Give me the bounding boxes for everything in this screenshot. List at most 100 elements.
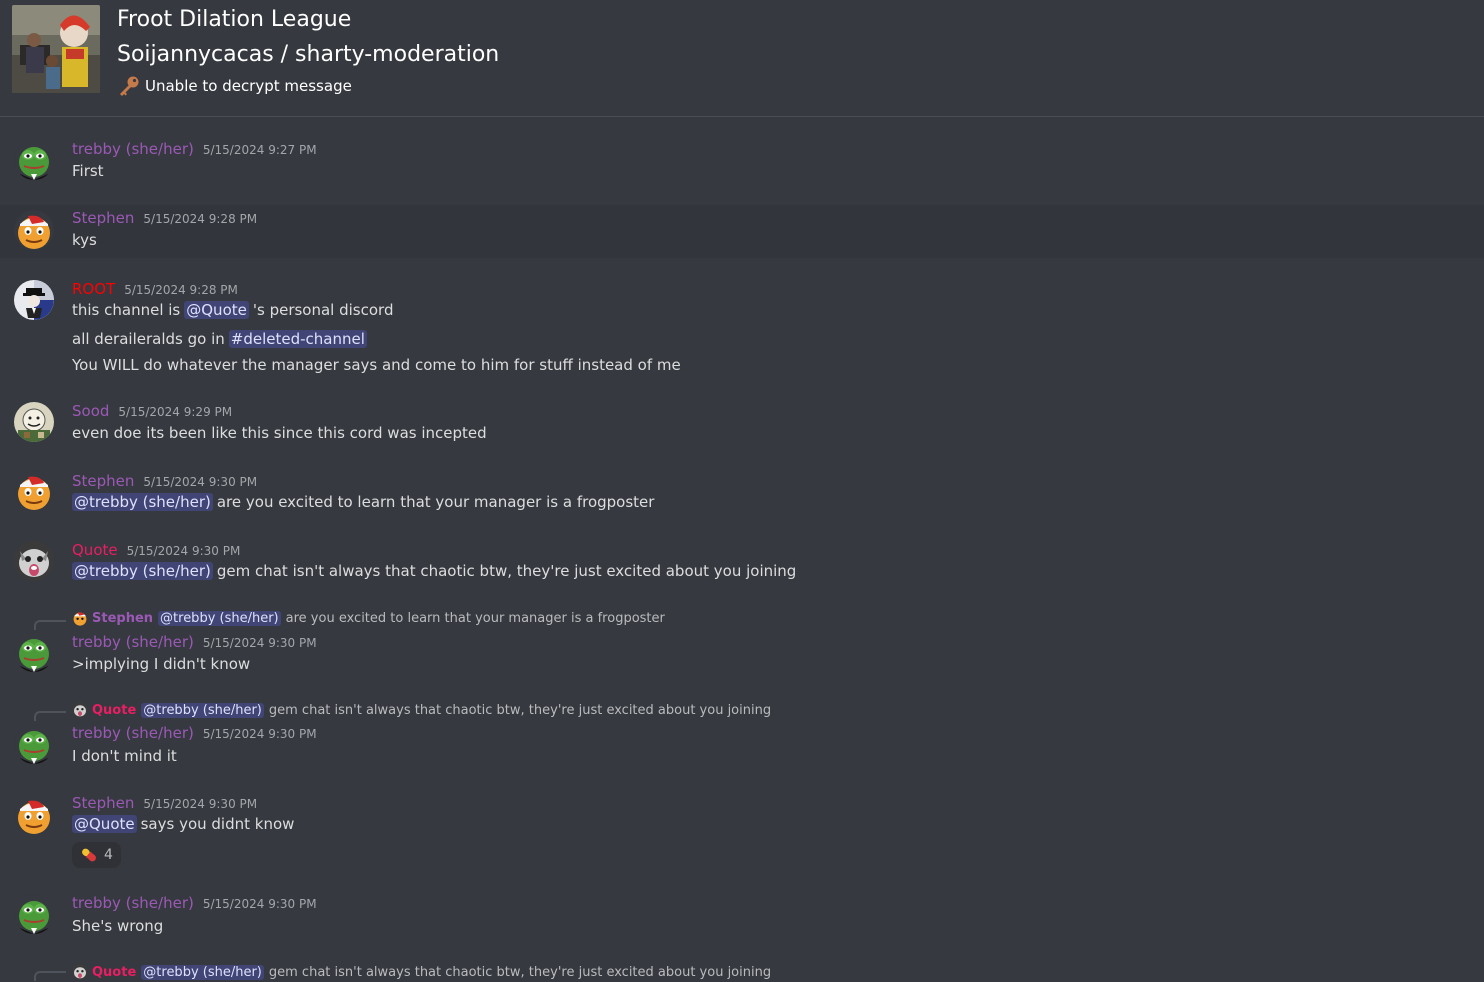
reply-preview[interactable]: Quote @trebby (she/her) gem chat isn't a…	[72, 701, 771, 719]
guild-name: Froot Dilation League	[117, 7, 352, 32]
guild-icon[interactable]	[12, 5, 100, 93]
timestamp: 5/15/2024 9:30 PM	[202, 727, 317, 741]
reply-username[interactable]: Quote	[92, 703, 136, 718]
message[interactable]: Stephen @trebby (she/her) are you excite…	[0, 598, 1484, 690]
message-text: @trebby (she/her) are you excited to lea…	[72, 493, 654, 511]
message[interactable]: Quote @trebby (she/her) gem chat isn't a…	[0, 690, 1484, 780]
message[interactable]: Stephen 5/15/2024 9:30 PM @trebby (she/h…	[0, 458, 1484, 528]
avatar[interactable]	[14, 471, 54, 511]
message-text: She's wrong	[72, 917, 164, 935]
reply-text: are you excited to learn that your manag…	[285, 610, 665, 626]
reply-preview[interactable]: Stephen @trebby (she/her) are you excite…	[72, 609, 665, 627]
timestamp: 5/15/2024 9:29 PM	[118, 405, 233, 419]
avatar[interactable]	[14, 541, 54, 581]
reply-spine	[34, 620, 66, 630]
reply-username[interactable]: Stephen	[92, 611, 153, 626]
message-header: trebby (she/her) 5/15/2024 9:30 PM	[72, 894, 317, 912]
timestamp: 5/15/2024 9:30 PM	[202, 897, 317, 911]
message[interactable]: Quote @trebby (she/her) gem chat isn't a…	[0, 950, 1484, 982]
avatar[interactable]	[14, 724, 54, 764]
username[interactable]: Sood	[72, 402, 109, 420]
timestamp: 5/15/2024 9:30 PM	[202, 636, 317, 650]
message-header: Quote 5/15/2024 9:30 PM	[72, 541, 240, 559]
text-segment: says you didnt know	[140, 815, 295, 833]
avatar[interactable]	[14, 795, 54, 835]
message[interactable]: Stephen 5/15/2024 9:28 PM kys	[0, 205, 1484, 258]
message-text: First	[72, 162, 104, 180]
pill-icon	[82, 848, 96, 862]
reply-text: gem chat isn't always that chaotic btw, …	[268, 964, 772, 980]
reply-preview[interactable]: Quote @trebby (she/her) gem chat isn't a…	[72, 963, 771, 981]
reply-avatar	[72, 610, 88, 626]
username[interactable]: trebby (she/her)	[72, 724, 194, 742]
message-text: You WILL do whatever the manager says an…	[72, 356, 681, 374]
timestamp: 5/15/2024 9:28 PM	[143, 212, 258, 226]
text-segment: this channel is	[72, 301, 181, 319]
topic-text: Unable to decrypt message	[145, 77, 352, 95]
avatar[interactable]	[14, 632, 54, 672]
text-segment: all deraileralds go in	[72, 330, 225, 348]
reply-text: gem chat isn't always that chaotic btw, …	[268, 702, 772, 718]
channel-topic: Unable to decrypt message	[117, 74, 352, 98]
user-mention[interactable]: @Quote	[72, 815, 137, 833]
timestamp: 5/15/2024 9:30 PM	[143, 797, 258, 811]
user-mention[interactable]: @Quote	[184, 301, 249, 319]
user-mention[interactable]: @trebby (she/her)	[141, 702, 264, 718]
user-mention[interactable]: @trebby (she/her)	[158, 610, 281, 626]
avatar[interactable]	[14, 402, 54, 442]
message-text: @Quote says you didnt know	[72, 815, 294, 833]
channel-path: Soijannycacas / sharty-moderation	[117, 42, 500, 67]
avatar[interactable]	[14, 894, 54, 934]
message-header: trebby (she/her) 5/15/2024 9:30 PM	[72, 724, 317, 742]
reply-spine	[34, 711, 66, 721]
user-mention[interactable]: @trebby (she/her)	[72, 493, 213, 511]
message[interactable]: Quote 5/15/2024 9:30 PM @trebby (she/her…	[0, 528, 1484, 598]
username[interactable]: trebby (she/her)	[72, 633, 194, 651]
text-segment: 's personal discord	[252, 301, 394, 319]
message[interactable]: Stephen 5/15/2024 9:30 PM @Quote says yo…	[0, 780, 1484, 880]
avatar[interactable]	[14, 210, 54, 250]
username[interactable]: ROOT	[72, 280, 115, 298]
message-text: all deraileralds go in #deleted-channel	[72, 330, 371, 348]
reply-avatar	[72, 964, 88, 980]
username[interactable]: trebby (she/her)	[72, 140, 194, 158]
text-segment: gem chat isn't always that chaotic btw, …	[216, 562, 797, 580]
user-mention[interactable]: @trebby (she/her)	[141, 964, 264, 980]
username[interactable]: Stephen	[72, 794, 134, 812]
timestamp: 5/15/2024 9:28 PM	[124, 283, 238, 297]
reaction-pill[interactable]: 4	[72, 842, 121, 868]
message[interactable]: ROOT 5/15/2024 9:28 PM this channel is @…	[0, 258, 1484, 388]
message-header: ROOT 5/15/2024 9:28 PM	[72, 280, 238, 298]
message-text: this channel is @Quote 's personal disco…	[72, 301, 393, 319]
message-header: trebby (she/her) 5/15/2024 9:30 PM	[72, 633, 317, 651]
message-text: kys	[72, 231, 97, 249]
timestamp: 5/15/2024 9:30 PM	[143, 475, 258, 489]
message-header: Stephen 5/15/2024 9:30 PM	[72, 472, 257, 490]
message-text: @trebby (she/her) gem chat isn't always …	[72, 562, 796, 580]
message-text: >implying I didn't know	[72, 655, 251, 673]
avatar[interactable]	[14, 280, 54, 320]
user-mention[interactable]: @trebby (she/her)	[72, 562, 213, 580]
reaction-count: 4	[104, 847, 113, 863]
text-segment: are you excited to learn that your manag…	[216, 493, 655, 511]
message-header: Sood 5/15/2024 9:29 PM	[72, 402, 232, 420]
message-header: Stephen 5/15/2024 9:30 PM	[72, 794, 257, 812]
username[interactable]: Stephen	[72, 472, 134, 490]
avatar[interactable]	[14, 140, 54, 180]
message-text: I don't mind it	[72, 747, 177, 765]
reply-username[interactable]: Quote	[92, 965, 136, 980]
message-text: even doe its been like this since this c…	[72, 424, 487, 442]
message-header: trebby (she/her) 5/15/2024 9:27 PM	[72, 140, 317, 158]
username[interactable]: trebby (she/her)	[72, 894, 194, 912]
reply-avatar	[72, 702, 88, 718]
message[interactable]: Sood 5/15/2024 9:29 PM even doe its been…	[0, 388, 1484, 458]
key-icon	[120, 76, 139, 96]
message[interactable]: trebby (she/her) 5/15/2024 9:27 PM First	[0, 118, 1484, 205]
channel-header: Froot Dilation League Soijannycacas / sh…	[0, 0, 1484, 117]
message[interactable]: trebby (she/her) 5/15/2024 9:30 PM She's…	[0, 880, 1484, 950]
timestamp: 5/15/2024 9:27 PM	[202, 143, 317, 157]
timestamp: 5/15/2024 9:30 PM	[126, 544, 241, 558]
username[interactable]: Stephen	[72, 209, 134, 227]
username[interactable]: Quote	[72, 541, 118, 559]
channel-mention[interactable]: #deleted-channel	[228, 330, 367, 348]
